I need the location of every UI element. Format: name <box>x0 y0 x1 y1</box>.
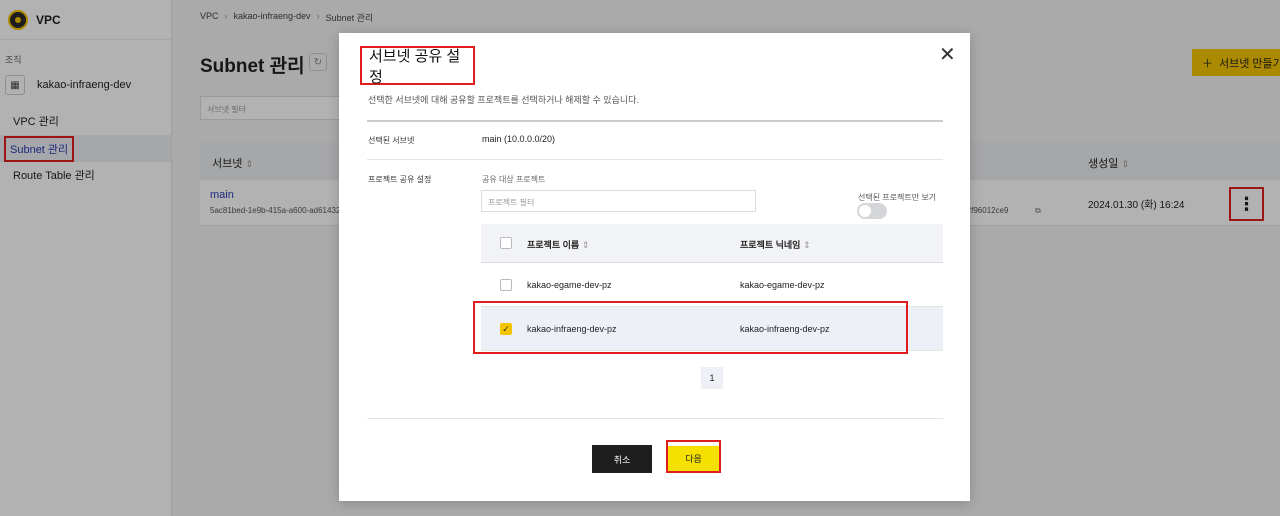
share-target-label: 공유 대상 프로젝트 <box>482 175 546 184</box>
project-share-label: 프로젝트 공유 설정 <box>368 175 432 184</box>
project-nickname: kakao-egame-dev-pz <box>740 280 825 290</box>
sort-icon: ⇕ <box>802 240 811 250</box>
subnet-share-dialog: 서브넷 공유 설정 ✕ 선택한 서브넷에 대해 공유할 프로젝트를 선택하거나 … <box>339 33 970 501</box>
selected-only-toggle[interactable] <box>857 203 887 219</box>
pagination-page[interactable]: 1 <box>701 367 723 389</box>
dialog-description: 선택한 서브넷에 대해 공유할 프로젝트를 선택하거나 해제할 수 있습니다. <box>368 95 639 105</box>
select-all-checkbox[interactable] <box>500 237 512 249</box>
next-button-highlight: 다음 <box>666 440 721 473</box>
column-project-name[interactable]: 프로젝트 이름 ⇕ <box>527 238 589 251</box>
project-table-header: 프로젝트 이름 ⇕ 프로젝트 닉네임 ⇕ <box>481 224 943 263</box>
selected-only-label: 선택된 프로젝트만 보기 <box>858 193 937 202</box>
column-project-nickname[interactable]: 프로젝트 닉네임 ⇕ <box>740 238 811 251</box>
selected-row-highlight <box>473 301 908 354</box>
cancel-button[interactable]: 취소 <box>592 445 652 473</box>
selected-subnet-value: main (10.0.0.0/20) <box>482 134 556 144</box>
project-filter-input[interactable]: 프로젝트 필터 <box>481 190 756 212</box>
close-icon[interactable]: ✕ <box>939 45 956 65</box>
dialog-title: 서브넷 공유 설정 <box>360 46 475 86</box>
project-checkbox[interactable] <box>500 279 512 291</box>
next-button[interactable]: 다음 <box>668 446 719 471</box>
divider <box>367 159 943 160</box>
toggle-knob <box>859 205 871 217</box>
selected-subnet-label: 선택된 서브넷 <box>368 136 415 145</box>
project-name: kakao-egame-dev-pz <box>527 280 612 290</box>
sort-icon: ⇕ <box>581 240 590 250</box>
divider <box>367 120 943 122</box>
divider <box>367 418 943 419</box>
